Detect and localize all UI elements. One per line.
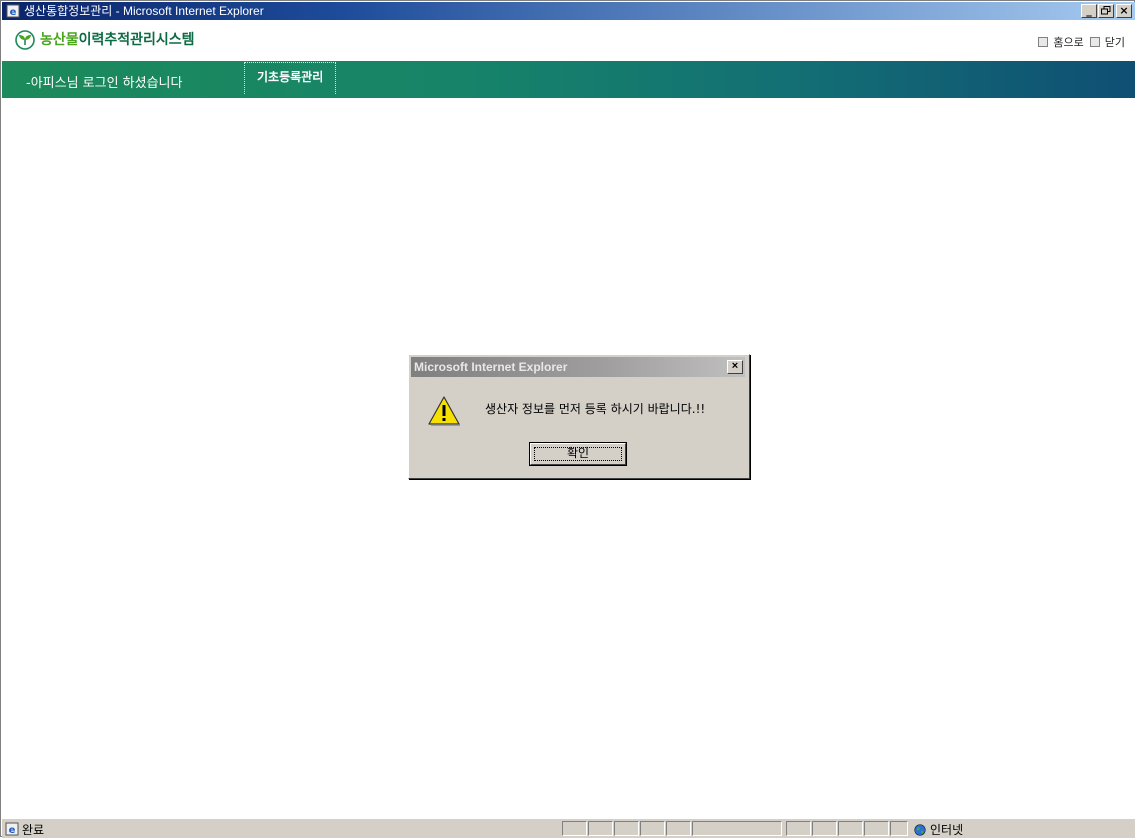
home-icon: [1038, 37, 1049, 47]
status-panel: [864, 821, 889, 836]
tab-basic-registration[interactable]: 기초등록관리: [244, 62, 337, 94]
status-panel: [614, 821, 639, 836]
window-titlebar[interactable]: e 생산통합정보관리 - Microsoft Internet Explorer…: [2, 2, 1135, 20]
home-link[interactable]: 홈으로: [1053, 34, 1083, 50]
security-zone[interactable]: 인터넷: [914, 821, 963, 838]
zone-label: 인터넷: [930, 823, 964, 837]
status-panel: [786, 821, 811, 836]
site-header: 농산물이력추적관리시스템 홈으로 닫기: [2, 20, 1135, 61]
dialog-close-button[interactable]: ×: [727, 360, 743, 374]
status-panel: [640, 821, 665, 836]
ie-page-icon: e: [5, 822, 19, 836]
status-panel: [692, 821, 782, 836]
dialog-title: Microsoft Internet Explorer: [414, 360, 568, 374]
maximize-button[interactable]: [1098, 4, 1114, 18]
globe-icon: [914, 823, 926, 836]
logo-text-part1: 농산물: [40, 32, 79, 48]
alert-dialog: Microsoft Internet Explorer × 생산자 정보를 먼저…: [408, 354, 750, 479]
login-message: -아피스님 로그인 하셨습니다: [26, 76, 183, 91]
main-navbar: -아피스님 로그인 하셨습니다 기초등록관리: [2, 61, 1135, 98]
warning-triangle-icon: [428, 396, 460, 426]
status-panel: [890, 821, 908, 836]
minimize-button[interactable]: _: [1081, 4, 1097, 18]
status-panel: [812, 821, 837, 836]
svg-text:e: e: [10, 7, 17, 18]
window-controls: _ ×: [1080, 4, 1132, 18]
dialog-message: 생산자 정보를 먼저 등록 하시기 바랍니다.!!: [485, 402, 706, 416]
status-text: 완료: [22, 823, 45, 837]
top-links: 홈으로 닫기: [1038, 34, 1125, 50]
status-panel: [666, 821, 691, 836]
ok-button[interactable]: 확인: [529, 442, 627, 466]
status-panel: [838, 821, 863, 836]
restore-icon: [1101, 6, 1111, 15]
browser-window: e 생산통합정보관리 - Microsoft Internet Explorer…: [0, 0, 1135, 838]
svg-text:e: e: [9, 825, 16, 836]
status-panel: [562, 821, 587, 836]
site-logo[interactable]: 농산물이력추적관리시스템: [40, 29, 195, 49]
sprout-circle-icon: [15, 30, 35, 50]
logo-text-part2: 이력추적관리시스템: [78, 32, 195, 48]
dialog-titlebar[interactable]: Microsoft Internet Explorer ×: [411, 357, 745, 377]
close-box-icon: [1089, 37, 1100, 47]
close-button[interactable]: ×: [1116, 4, 1132, 18]
status-bar: e 완료 인터넷: [2, 818, 1135, 838]
status-panel: [588, 821, 613, 836]
close-link[interactable]: 닫기: [1105, 34, 1125, 50]
ie-page-icon: e: [6, 4, 20, 18]
window-title: 생산통합정보관리 - Microsoft Internet Explorer: [24, 4, 264, 18]
focus-rect: [534, 447, 622, 461]
